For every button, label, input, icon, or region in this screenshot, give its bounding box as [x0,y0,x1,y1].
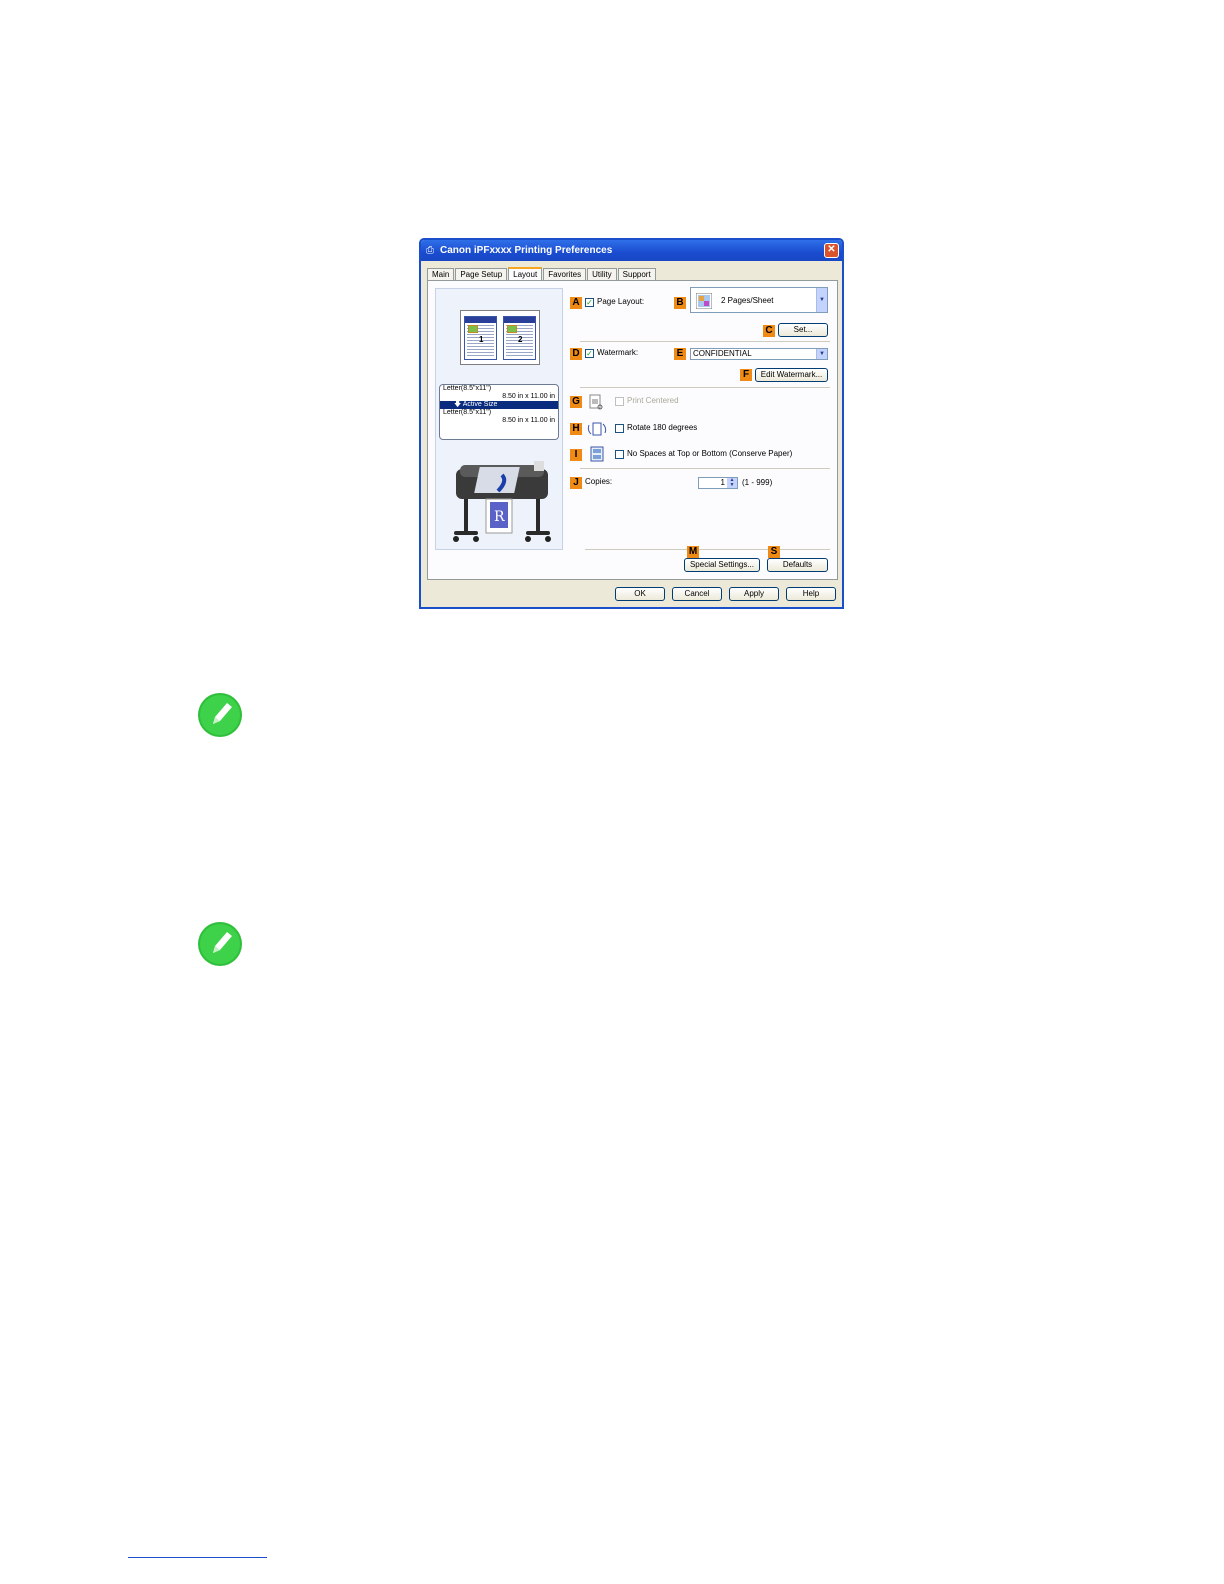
spin-arrows-icon[interactable]: ▲ ▼ [727,478,737,488]
chevron-down-icon[interactable]: ▼ [816,349,827,359]
pages-per-sheet-value: 2 Pages/Sheet [721,296,774,305]
divider [585,549,830,550]
copies-value: 1 [720,478,725,487]
chevron-down-icon[interactable]: ▼ [816,288,827,312]
watermark-select[interactable]: CONFIDENTIAL ▼ [690,348,828,360]
ok-button[interactable]: OK [615,587,665,601]
preview-page-2: 2 [503,315,536,360]
divider [580,468,830,469]
set-button[interactable]: Set... [778,323,828,337]
down-arrow-icon: 🡇 [454,401,463,408]
badge-d: D [570,348,582,360]
print-centered-checkbox[interactable] [615,397,624,406]
note-pencil-icon [198,922,242,966]
print-centered-label: Print Centered [627,396,679,405]
printing-preferences-dialog: ⎙ Canon iPFxxxx Printing Preferences ✕ M… [419,238,844,609]
badge-s: S [768,546,780,558]
badge-g: G [570,396,582,408]
svg-text:R: R [494,509,505,525]
rotate-icon [587,422,607,436]
layout-preview: 1 2 [460,310,540,365]
preview-page-1: 1 [464,315,497,360]
help-button[interactable]: Help [786,587,836,601]
rotate-label: Rotate 180 degrees [627,423,698,432]
badge-f: F [740,369,752,381]
output-dims: 8.50 in x 11.00 in [502,417,555,424]
badge-c: C [763,325,775,337]
active-size-label: Active Size [462,401,498,408]
printer-illustration-icon: R [453,461,551,542]
printer-icon: ⎙ [426,244,434,256]
divider [580,341,830,342]
original-size: Letter(8.5"x11") [443,385,492,392]
badge-e: E [674,348,686,360]
output-size: Letter(8.5"x11") [443,409,492,416]
page-layout-label: Page Layout: [597,297,645,306]
badge-a: A [570,297,582,309]
tab-strip: Main Page Setup Layout Favorites Utility… [427,266,657,282]
close-button[interactable]: ✕ [824,243,839,258]
rotate-checkbox[interactable] [615,424,624,433]
watermark-label: Watermark: [597,348,639,357]
page-layout-checkbox[interactable]: ✓ [585,298,594,307]
preview-page-number: 2 [518,334,523,344]
edit-watermark-button[interactable]: Edit Watermark... [755,368,828,382]
watermark-value: CONFIDENTIAL [693,349,752,358]
paper-size-info: Letter(8.5"x11") 8.50 in x 11.00 in 🡇 Ac… [439,384,559,440]
no-spaces-checkbox[interactable] [615,450,624,459]
special-settings-button[interactable]: Special Settings... [684,558,760,572]
pages-layout-icon [696,293,712,309]
preview-page-number: 1 [479,334,484,344]
watermark-checkbox[interactable]: ✓ [585,349,594,358]
no-spaces-label: No Spaces at Top or Bottom (Conserve Pap… [627,449,793,458]
badge-h: H [570,423,582,435]
preview-pane: 1 2 Letter(8.5"x11") 8.50 in x 11.00 in … [435,288,563,550]
apply-button[interactable]: Apply [729,587,779,601]
footer-divider [128,1557,267,1558]
cancel-button[interactable]: Cancel [672,587,722,601]
defaults-button[interactable]: Defaults [767,558,828,572]
badge-m: M [687,546,699,558]
window-title: Canon iPFxxxx Printing Preferences [440,245,613,256]
title-bar[interactable]: ⎙ Canon iPFxxxx Printing Preferences ✕ [421,240,842,261]
copies-label: Copies: [585,477,613,486]
copies-stepper[interactable]: 1 ▲ ▼ [698,477,738,489]
note-pencil-icon [198,693,242,737]
conserve-paper-icon [590,446,604,462]
badge-j: J [570,477,582,489]
print-centered-icon [589,394,603,410]
divider [580,387,830,388]
copies-range: (1 - 999) [742,478,773,487]
layout-panel: 1 2 Letter(8.5"x11") 8.50 in x 11.00 in … [427,280,838,580]
layout-controls: A ✓ Page Layout: B 2 Pages/Sheet ▼ C Set… [570,285,831,575]
pages-per-sheet-select[interactable]: 2 Pages/Sheet ▼ [690,287,828,313]
original-dims: 8.50 in x 11.00 in [502,393,555,400]
badge-b: B [674,297,686,309]
badge-i: I [570,449,582,461]
